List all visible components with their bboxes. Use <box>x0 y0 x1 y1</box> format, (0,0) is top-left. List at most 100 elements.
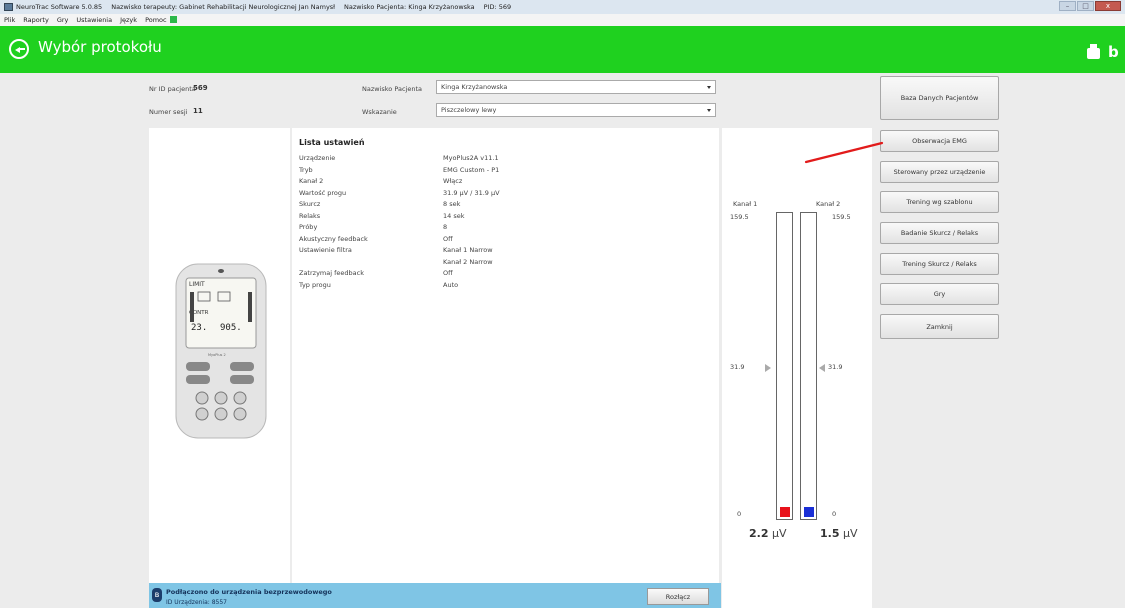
threshold-right-arrow-icon <box>765 364 771 372</box>
menu-plik[interactable]: Plik <box>4 16 15 24</box>
title-therapist: Nazwisko terapeuty: Gabinet Rehabilitacj… <box>111 3 336 11</box>
maximize-button[interactable]: □ <box>1077 1 1094 11</box>
setting-label: Relaks <box>299 211 321 220</box>
lcd-bargraph-right <box>248 292 252 322</box>
setting-value: 31.9 µV / 31.9 µV <box>443 188 500 197</box>
setting-label: Zatrzymaj feedback <box>299 269 364 277</box>
menu-jezyk[interactable]: Język <box>120 16 137 24</box>
header-extra-icon[interactable]: b <box>1108 45 1120 60</box>
menu-pomoc[interactable]: Pomoc <box>145 16 177 24</box>
indication-select[interactable]: Piszczelowy lewy <box>436 103 716 117</box>
channel2-threshold: 31.9 <box>828 363 843 371</box>
contract-relax-training-button[interactable]: Trening Skurcz / Relaks <box>880 253 999 275</box>
device-button <box>214 391 228 405</box>
help-icon <box>169 16 177 23</box>
window-controls: – □ x <box>1058 1 1121 11</box>
title-app-name: NeuroTrac Software 5.0.85 <box>16 3 103 11</box>
channel1-min: 0 <box>737 510 742 518</box>
channel1-level <box>780 507 790 517</box>
settings-title: Lista ustawień <box>299 138 365 147</box>
setting-value: Kanał 1 Narrow <box>443 246 493 254</box>
session-number-value: 11 <box>193 107 203 115</box>
channel2-level <box>804 507 814 517</box>
app-icon <box>4 3 13 11</box>
indication-label: Wskazanie <box>362 108 397 116</box>
patient-name-select[interactable]: Kinga Krzyżanowska <box>436 80 716 94</box>
patient-id-value: 569 <box>193 84 208 92</box>
channel2-min: 0 <box>832 510 837 518</box>
setting-label: Próby <box>299 223 318 231</box>
device-button <box>230 362 254 371</box>
bluetooth-icon: ʙ <box>152 588 162 602</box>
menu-ustawienia[interactable]: Ustawienia <box>76 16 112 24</box>
setting-label: Akustyczny feedback <box>299 234 368 243</box>
unit-label: µV <box>772 527 787 540</box>
menu-raporty[interactable]: Raporty <box>23 16 49 24</box>
unit-label: µV <box>843 527 858 540</box>
setting-value: Kanał 2 Narrow <box>443 257 493 266</box>
channel2-reading: 1.5 µV <box>820 527 858 540</box>
chevron-down-icon <box>707 109 711 112</box>
device-button <box>233 391 247 405</box>
channel1-label: Kanał 1 <box>733 200 758 208</box>
setting-label: Kanał 2 <box>299 177 324 185</box>
channel1-reading-value: 2.2 <box>749 527 769 540</box>
setting-value: 14 sek <box>443 211 465 220</box>
patient-database-button[interactable]: Baza Danych Pacjentów <box>880 76 999 120</box>
template-training-button[interactable]: Trening wg szablonu <box>880 191 999 213</box>
setting-label: Tryb <box>299 165 313 174</box>
device-controlled-button[interactable]: Sterowany przez urządzenie <box>880 161 999 183</box>
lcd-top-text: LIMIT <box>189 281 205 288</box>
device-button <box>233 407 247 421</box>
connection-status-text: Podłączono do urządzenia bezprzewodowego <box>166 588 332 596</box>
annotation-line <box>804 141 884 164</box>
close-window-button[interactable]: x <box>1095 1 1121 11</box>
setting-label: Urządzenie <box>299 154 336 162</box>
channel1-reading: 2.2 µV <box>749 527 787 540</box>
device-button <box>230 375 254 384</box>
menu-gry[interactable]: Gry <box>57 16 69 24</box>
games-button[interactable]: Gry <box>880 283 999 305</box>
lcd-bargraph-left <box>190 292 194 322</box>
lcd-num-left: 23. <box>191 323 207 333</box>
setting-label: Wartość progu <box>299 188 347 197</box>
menu-bar: Plik Raporty Gry Ustawienia Język Pomoc <box>0 14 1125 26</box>
minimize-button[interactable]: – <box>1059 1 1076 11</box>
channel2-label: Kanał 2 <box>816 200 841 208</box>
setting-label: Skurcz <box>299 200 321 208</box>
title-pid: PID: 569 <box>483 3 512 11</box>
back-arrow-icon[interactable] <box>9 39 29 59</box>
channel1-bar <box>776 212 793 520</box>
device-button <box>186 362 210 371</box>
channel2-reading-value: 1.5 <box>820 527 840 540</box>
session-number-label: Numer sesji <box>149 108 188 116</box>
device-id-text: ID Urządzenia: 8557 <box>166 599 227 606</box>
device-image: LIMIT CONTR 23. 905. MyoPlus 2 <box>175 263 267 439</box>
setting-value: EMG Custom - P1 <box>443 165 500 174</box>
emg-observation-button[interactable]: Obserwacja EMG <box>880 130 999 152</box>
threshold-left-arrow-icon <box>819 364 825 372</box>
device-button <box>214 407 228 421</box>
indication-value: Piszczelowy lewy <box>441 106 497 114</box>
channel2-bar <box>800 212 817 520</box>
setting-value: 8 sek <box>443 200 461 208</box>
setting-value: Off <box>443 269 453 277</box>
close-button[interactable]: Zamknij <box>880 314 999 339</box>
disconnect-button[interactable]: Rozłącz <box>647 588 709 605</box>
channel2-max: 159.5 <box>832 213 851 221</box>
device-button <box>195 391 209 405</box>
menu-pomoc-label: Pomoc <box>145 16 167 24</box>
channel1-threshold: 31.9 <box>730 363 745 371</box>
connection-status-bar: ʙ Podłączono do urządzenia bezprzewodowe… <box>149 583 721 608</box>
contract-relax-test-button[interactable]: Badanie Skurcz / Relaks <box>880 222 999 244</box>
lcd-num-right: 905. <box>220 323 242 333</box>
channel1-max: 159.5 <box>730 213 749 221</box>
page-title: Wybór protokołu <box>38 38 162 56</box>
printer-icon[interactable] <box>1087 44 1100 59</box>
setting-value: Włącz <box>443 177 463 185</box>
device-button <box>195 407 209 421</box>
patient-name-value: Kinga Krzyżanowska <box>441 83 508 91</box>
annotation-arrow <box>804 141 884 164</box>
setting-label: Typ progu <box>299 280 331 289</box>
chevron-down-icon <box>707 86 711 89</box>
